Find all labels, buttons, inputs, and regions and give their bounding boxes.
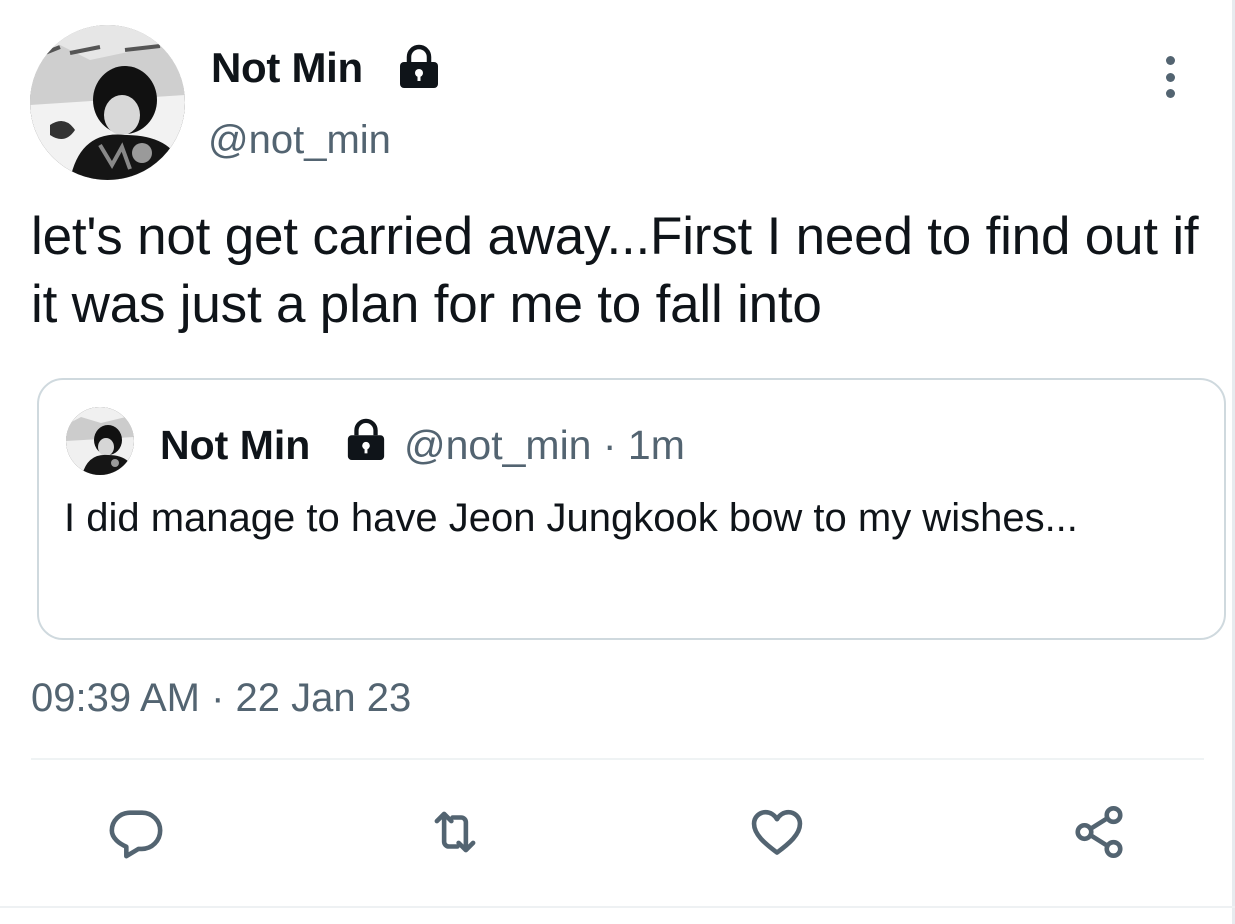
retweet-button[interactable] — [425, 802, 485, 862]
bottom-edge — [0, 906, 1235, 908]
avatar-image — [30, 25, 185, 180]
share-icon — [1075, 806, 1123, 858]
quoted-handle-time: @not_min · 1m — [404, 422, 685, 468]
divider — [31, 758, 1204, 760]
handle[interactable]: @not_min — [208, 118, 391, 163]
tweet-timestamp[interactable]: 09:39 AM · 22 Jan 23 — [31, 676, 411, 721]
more-options-button[interactable] — [1152, 52, 1188, 102]
retweet-icon — [434, 811, 476, 853]
lock-icon — [397, 44, 441, 90]
tweet-text: let's not get carried away...First I nee… — [31, 207, 1199, 334]
more-dot-icon — [1165, 89, 1175, 98]
like-button[interactable] — [747, 802, 807, 862]
reply-icon — [109, 810, 163, 859]
quoted-display-name: Not Min — [160, 422, 311, 468]
share-button[interactable] — [1069, 802, 1129, 862]
avatar[interactable] — [30, 25, 185, 180]
tweet-detail: Not Min @not_min let's not get carried a… — [0, 0, 1235, 924]
heart-icon — [751, 809, 803, 855]
quoted-tweet-text: I did manage to have Jeon Jungkook bow t… — [64, 496, 1078, 540]
display-name[interactable]: Not Min — [211, 44, 363, 92]
more-dot-icon — [1165, 72, 1175, 82]
quoted-avatar-image — [66, 407, 134, 475]
reply-button[interactable] — [106, 802, 166, 862]
quoted-tweet-card[interactable]: Not Min @not_min · 1m I did manage to ha… — [37, 378, 1226, 640]
lock-icon — [345, 418, 387, 462]
more-dot-icon — [1165, 56, 1175, 65]
quoted-avatar — [66, 407, 134, 475]
